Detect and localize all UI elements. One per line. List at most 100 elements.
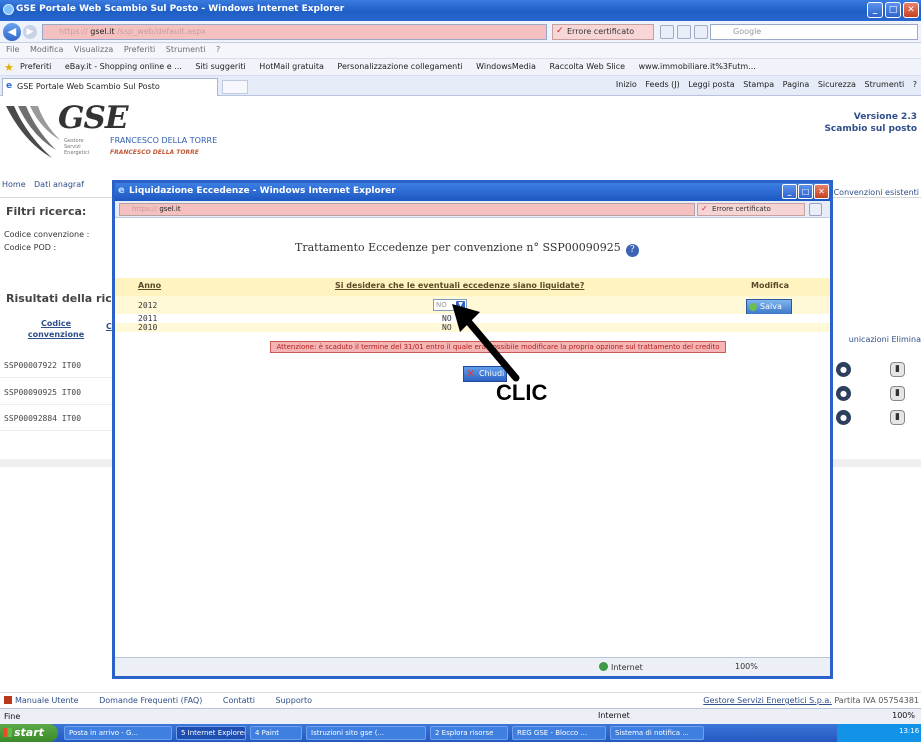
taskbar-item[interactable]: REG GSE - Blocco ... [512,726,606,740]
popup-url-field[interactable]: https:// gsel.it [119,203,695,216]
forward-button[interactable]: ▶ [23,25,37,39]
menu-home[interactable]: Home [2,180,26,189]
menu-help[interactable]: ? [216,45,220,54]
command-bar: Inizio Feeds (J) Leggi posta Stampa Pagi… [610,80,917,89]
trash-icon[interactable]: ▮ [890,386,905,401]
popup-minimize-button[interactable]: _ [782,184,797,199]
menu-dati-anagrafici[interactable]: Dati anagraf [34,180,84,189]
footer-manuale[interactable]: Manuale Utente [4,696,79,705]
popup-maximize-button[interactable]: □ [798,184,813,199]
user-name: FRANCESCO DELLA TORRE [110,136,218,145]
trash-icon[interactable]: ▮ [890,410,905,425]
fav-item[interactable]: www.immobiliare.it%3Futm... [639,62,756,71]
popup-title: Liquidazione Eccedenze - Windows Interne… [129,186,396,196]
company-link[interactable]: Gestore Servizi Energetici S.p.a. [703,696,832,705]
close-page-icon[interactable] [694,25,708,39]
footer-contatti[interactable]: Contatti [223,696,255,705]
home-button[interactable]: Inizio [616,80,637,89]
menu-visualizza[interactable]: Visualizza [74,45,113,54]
app-name: Scambio sul posto [824,124,917,134]
table-row[interactable]: SSP00007922 IT00 [0,356,120,378]
close-button[interactable]: ✕ [903,2,919,18]
table-row[interactable]: SSP00092884 IT00 [0,409,120,431]
url-host: gsel.it [90,27,115,36]
print-button[interactable]: Stampa [743,80,774,89]
help-icon[interactable]: ? [625,244,639,257]
back-button[interactable]: ◀ [3,23,21,41]
status-text: Fine [4,712,21,721]
stop-icon[interactable] [677,25,691,39]
gse-logo-subtitle: Gestore Servizi Energetici [64,138,89,156]
window-controls: _ □ ✕ [867,2,919,18]
popup-refresh-icon[interactable] [809,203,822,216]
communication-icon[interactable]: ● [836,386,851,401]
refresh-icon[interactable] [660,25,674,39]
menu-strumenti[interactable]: Strumenti [166,45,206,54]
search-input[interactable]: Google [710,24,918,40]
taskbar-item[interactable]: 5 Internet Explorer [176,726,246,740]
menu-modifica[interactable]: Modifica [30,45,63,54]
fav-item[interactable]: Personalizzazione collegamenti [337,62,462,71]
menu-bar: File Modifica Visualizza Preferiti Strum… [0,43,921,58]
favorites-star-icon: ★ [4,61,14,74]
fav-item[interactable]: WindowsMedia [476,62,536,71]
communication-icon[interactable]: ● [836,362,851,377]
mail-button[interactable]: Leggi posta [688,80,734,89]
popup-status-bar: Internet 100% [115,657,830,676]
tab-gse[interactable]: GSE Portale Web Scambio Sul Posto [2,78,218,96]
salva-button[interactable]: Salva [746,299,792,315]
taskbar-item[interactable]: Sistema di notifica ... [610,726,704,740]
menu-file[interactable]: File [6,45,19,54]
taskbar: start Posta in arrivo - G... 5 Internet … [0,724,921,742]
popup-url-prefix: https:// [132,205,158,213]
tools-menu-button[interactable]: Strumenti [864,80,904,89]
menu-convenzioni[interactable]: Convenzioni esistenti [834,188,919,197]
safety-menu-button[interactable]: Sicurezza [818,80,856,89]
footer-company: Gestore Servizi Energetici S.p.a. Partit… [703,696,919,705]
column-anno[interactable]: Anno [138,281,161,290]
fav-item[interactable]: Siti suggeriti [195,62,245,71]
url-path: /ssp_web/default.aspx [117,27,206,36]
taskbar-item[interactable]: 4 Paint [250,726,302,740]
address-bar: ◀ ▶ https:// gsel.it /ssp_web/default.as… [0,21,921,43]
new-tab-button[interactable] [222,80,248,94]
taskbar-item[interactable]: Istruzioni sito gse (... [306,726,426,740]
popup-zoom-level[interactable]: 100% [735,662,758,671]
help-button[interactable]: ? [913,80,917,89]
taskbar-item[interactable]: Posta in arrivo - G... [64,726,172,740]
trash-icon[interactable]: ▮ [890,362,905,377]
row-anno: 2011 [138,314,158,323]
system-tray: 13:16 [837,724,921,742]
ie-logo-icon [3,4,14,15]
start-button[interactable]: start [0,724,58,742]
popup-security-zone: Internet [599,662,643,672]
fav-item[interactable]: Raccolta Web Slice [549,62,625,71]
zoom-level[interactable]: 100% [892,711,915,720]
page-menu-button[interactable]: Pagina [783,80,810,89]
popup-close-button[interactable]: ✕ [814,184,829,199]
column-codice-convenzione[interactable]: Codice convenzione [26,318,86,340]
table-row[interactable]: SSP00090925 IT00 [0,383,120,405]
window-titlebar: GSE Portale Web Scambio Sul Posto - Wind… [0,0,921,21]
column-liquidazione[interactable]: Si desidera che le eventuali eccedenze s… [335,281,584,290]
fav-item[interactable]: HotMail gratuita [259,62,324,71]
popup-url-host: gsel.it [159,205,181,213]
column-modifica: Modifica [751,281,789,290]
maximize-button[interactable]: □ [885,2,901,18]
url-field[interactable]: https:// gsel.it /ssp_web/default.aspx [42,24,547,40]
minimize-button[interactable]: _ [867,2,883,18]
popup-window: Liquidazione Eccedenze - Windows Interne… [112,180,833,679]
communication-icon[interactable]: ● [836,410,851,425]
fav-item[interactable]: eBay.it - Shopping online e ... [65,62,182,71]
popup-certificate-error[interactable]: Errore certificato [697,203,805,216]
page-header: GSE Gestore Servizi Energetici FRANCESCO… [0,96,921,178]
taskbar-item[interactable]: 2 Esplora risorse [430,726,508,740]
manual-icon [4,696,12,704]
certificate-error[interactable]: Errore certificato [552,24,654,40]
menu-preferiti[interactable]: Preferiti [124,45,155,54]
favorites-button[interactable]: Preferiti [20,62,51,71]
footer-supporto[interactable]: Supporto [276,696,313,705]
column-c[interactable]: C [106,322,112,331]
feeds-button[interactable]: Feeds (J) [645,80,679,89]
footer-faq[interactable]: Domande Frequenti (FAQ) [99,696,202,705]
